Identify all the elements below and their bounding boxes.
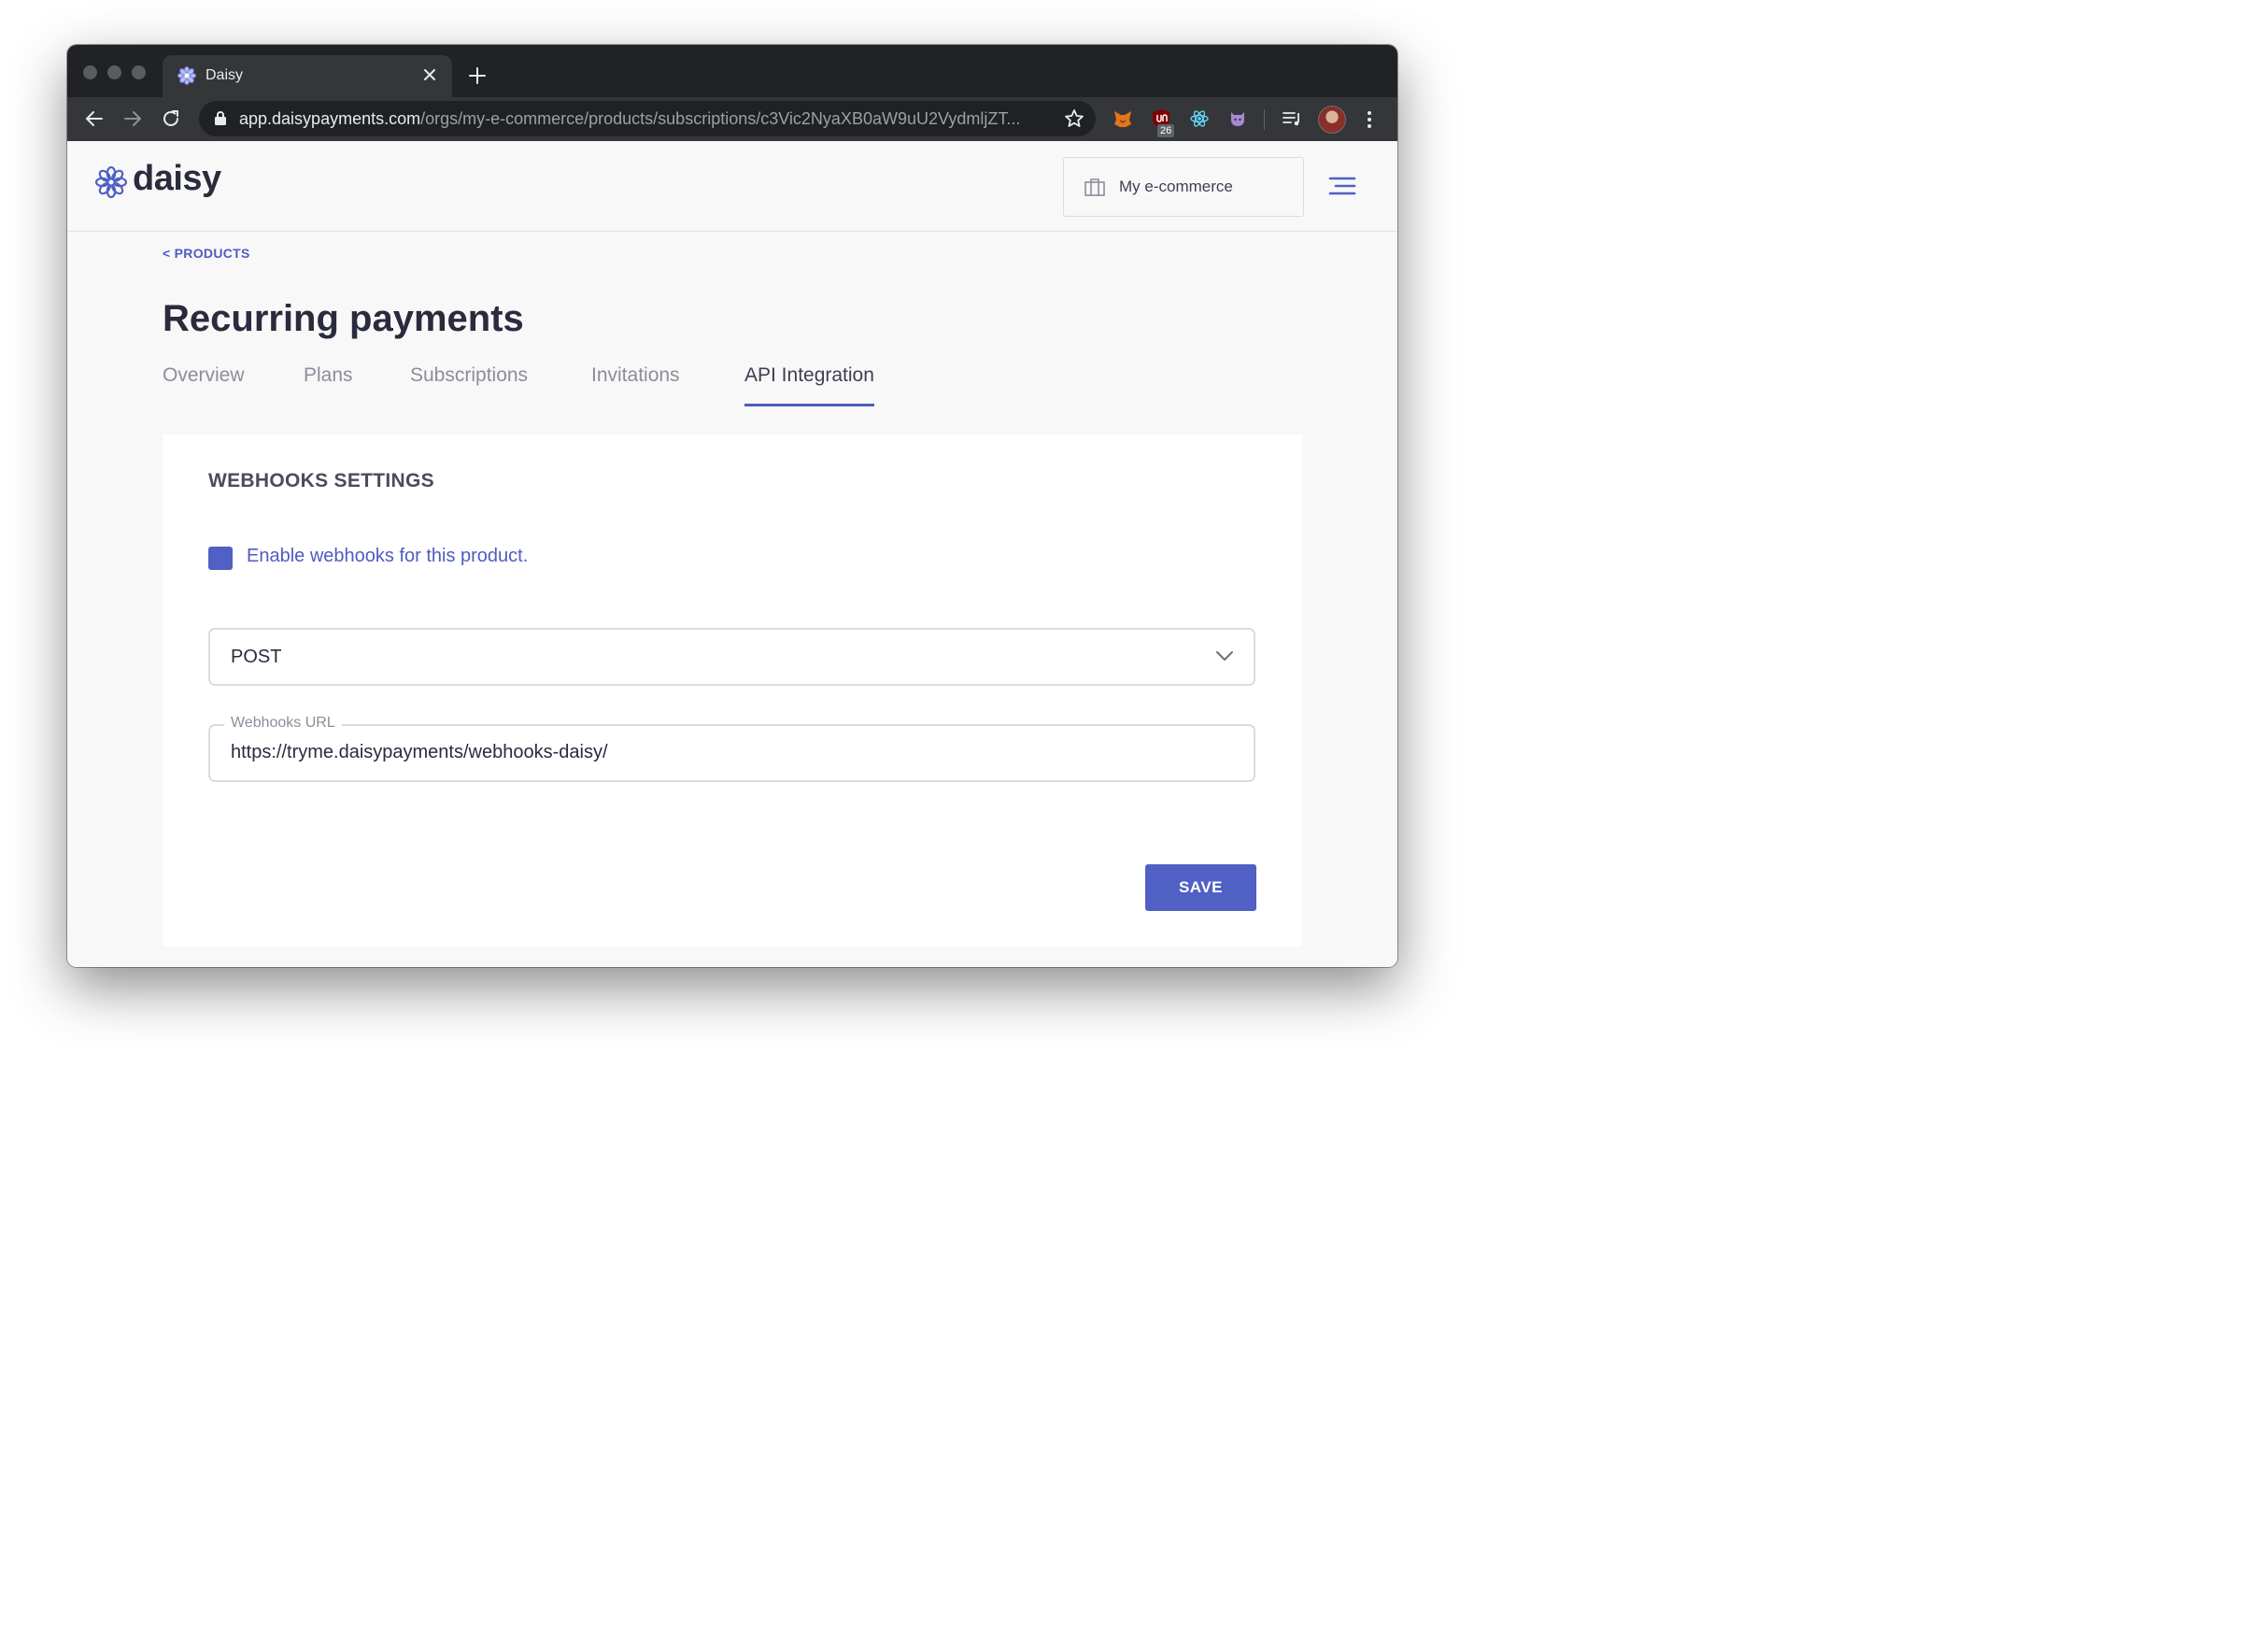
media-queue-icon[interactable] [1282, 108, 1302, 129]
react-devtools-icon[interactable] [1189, 108, 1210, 129]
webhooks-url-input[interactable]: https://tryme.daisypayments/webhooks-dai… [231, 742, 608, 763]
reload-icon[interactable] [160, 107, 182, 130]
window-close-dot[interactable] [83, 65, 97, 79]
page-title: Recurring payments [163, 298, 524, 339]
webhooks-settings-card: WEBHOOKS SETTINGS Enable webhooks for th… [163, 434, 1302, 947]
http-method-select[interactable]: POST [208, 628, 1255, 686]
breadcrumb-products-link[interactable]: < PRODUCTS [163, 246, 250, 261]
forward-arrow-icon[interactable] [121, 107, 144, 130]
daisy-favicon-icon [177, 66, 196, 85]
tab-api-integration[interactable]: API Integration [744, 364, 874, 406]
organization-selector[interactable]: My e-commerce [1063, 157, 1304, 217]
tab-plans[interactable]: Plans [304, 364, 353, 404]
close-tab-icon[interactable] [420, 65, 439, 84]
save-button[interactable]: SAVE [1145, 864, 1256, 911]
browser-tabstrip: Daisy [67, 45, 1397, 97]
enable-webhooks-checkbox[interactable] [208, 547, 233, 570]
extension-badge: 26 [1157, 124, 1175, 137]
tab-invitations[interactable]: Invitations [591, 364, 680, 404]
octocat-extension-icon[interactable] [1227, 108, 1248, 129]
address-bar[interactable]: app.daisypayments.com/orgs/my-e-commerce… [199, 101, 1096, 136]
bookmark-star-icon[interactable] [1064, 108, 1084, 129]
window-minimize-dot[interactable] [107, 65, 121, 79]
new-tab-icon[interactable] [467, 65, 488, 86]
enable-webhooks-label[interactable]: Enable webhooks for this product. [247, 546, 528, 567]
logo-wordmark[interactable]: daisy [133, 159, 221, 199]
toolbar-separator [1264, 109, 1265, 130]
url-path: /orgs/my-e-commerce/products/subscriptio… [420, 109, 1021, 128]
http-method-value: POST [231, 647, 282, 667]
profile-avatar[interactable] [1318, 106, 1346, 134]
lock-icon [215, 111, 226, 125]
app-page: daisy My e-commerce < PRODUCTS Recurring… [67, 141, 1397, 967]
webhooks-settings-title: WEBHOOKS SETTINGS [208, 470, 434, 491]
url-text: app.daisypayments.com/orgs/my-e-commerce… [239, 109, 1052, 129]
browser-window: Daisy app.daisypayments.com/orgs/my-e-co… [67, 45, 1397, 967]
back-arrow-icon[interactable] [83, 107, 106, 130]
window-maximize-dot[interactable] [132, 65, 146, 79]
metamask-fox-icon[interactable] [1113, 108, 1133, 129]
tab-subscriptions[interactable]: Subscriptions [410, 364, 528, 404]
chevron-down-icon [1216, 651, 1233, 661]
browser-menu-icon[interactable] [1366, 108, 1373, 131]
app-header: daisy My e-commerce [67, 141, 1397, 232]
tab-title: Daisy [206, 67, 244, 83]
tab-overview[interactable]: Overview [163, 364, 245, 404]
webhooks-url-label: Webhooks URL [224, 715, 342, 732]
hamburger-menu-icon[interactable] [1328, 177, 1356, 195]
webhooks-url-field[interactable]: Webhooks URL https://tryme.daisypayments… [208, 715, 1255, 782]
url-host: app.daisypayments.com [239, 109, 421, 128]
browser-toolbar: app.daisypayments.com/orgs/my-e-commerce… [67, 97, 1397, 141]
browser-tab[interactable]: Daisy [163, 55, 452, 97]
briefcase-icon [1084, 178, 1105, 196]
daisy-logo-icon[interactable] [95, 166, 127, 198]
organization-name: My e-commerce [1119, 178, 1233, 195]
